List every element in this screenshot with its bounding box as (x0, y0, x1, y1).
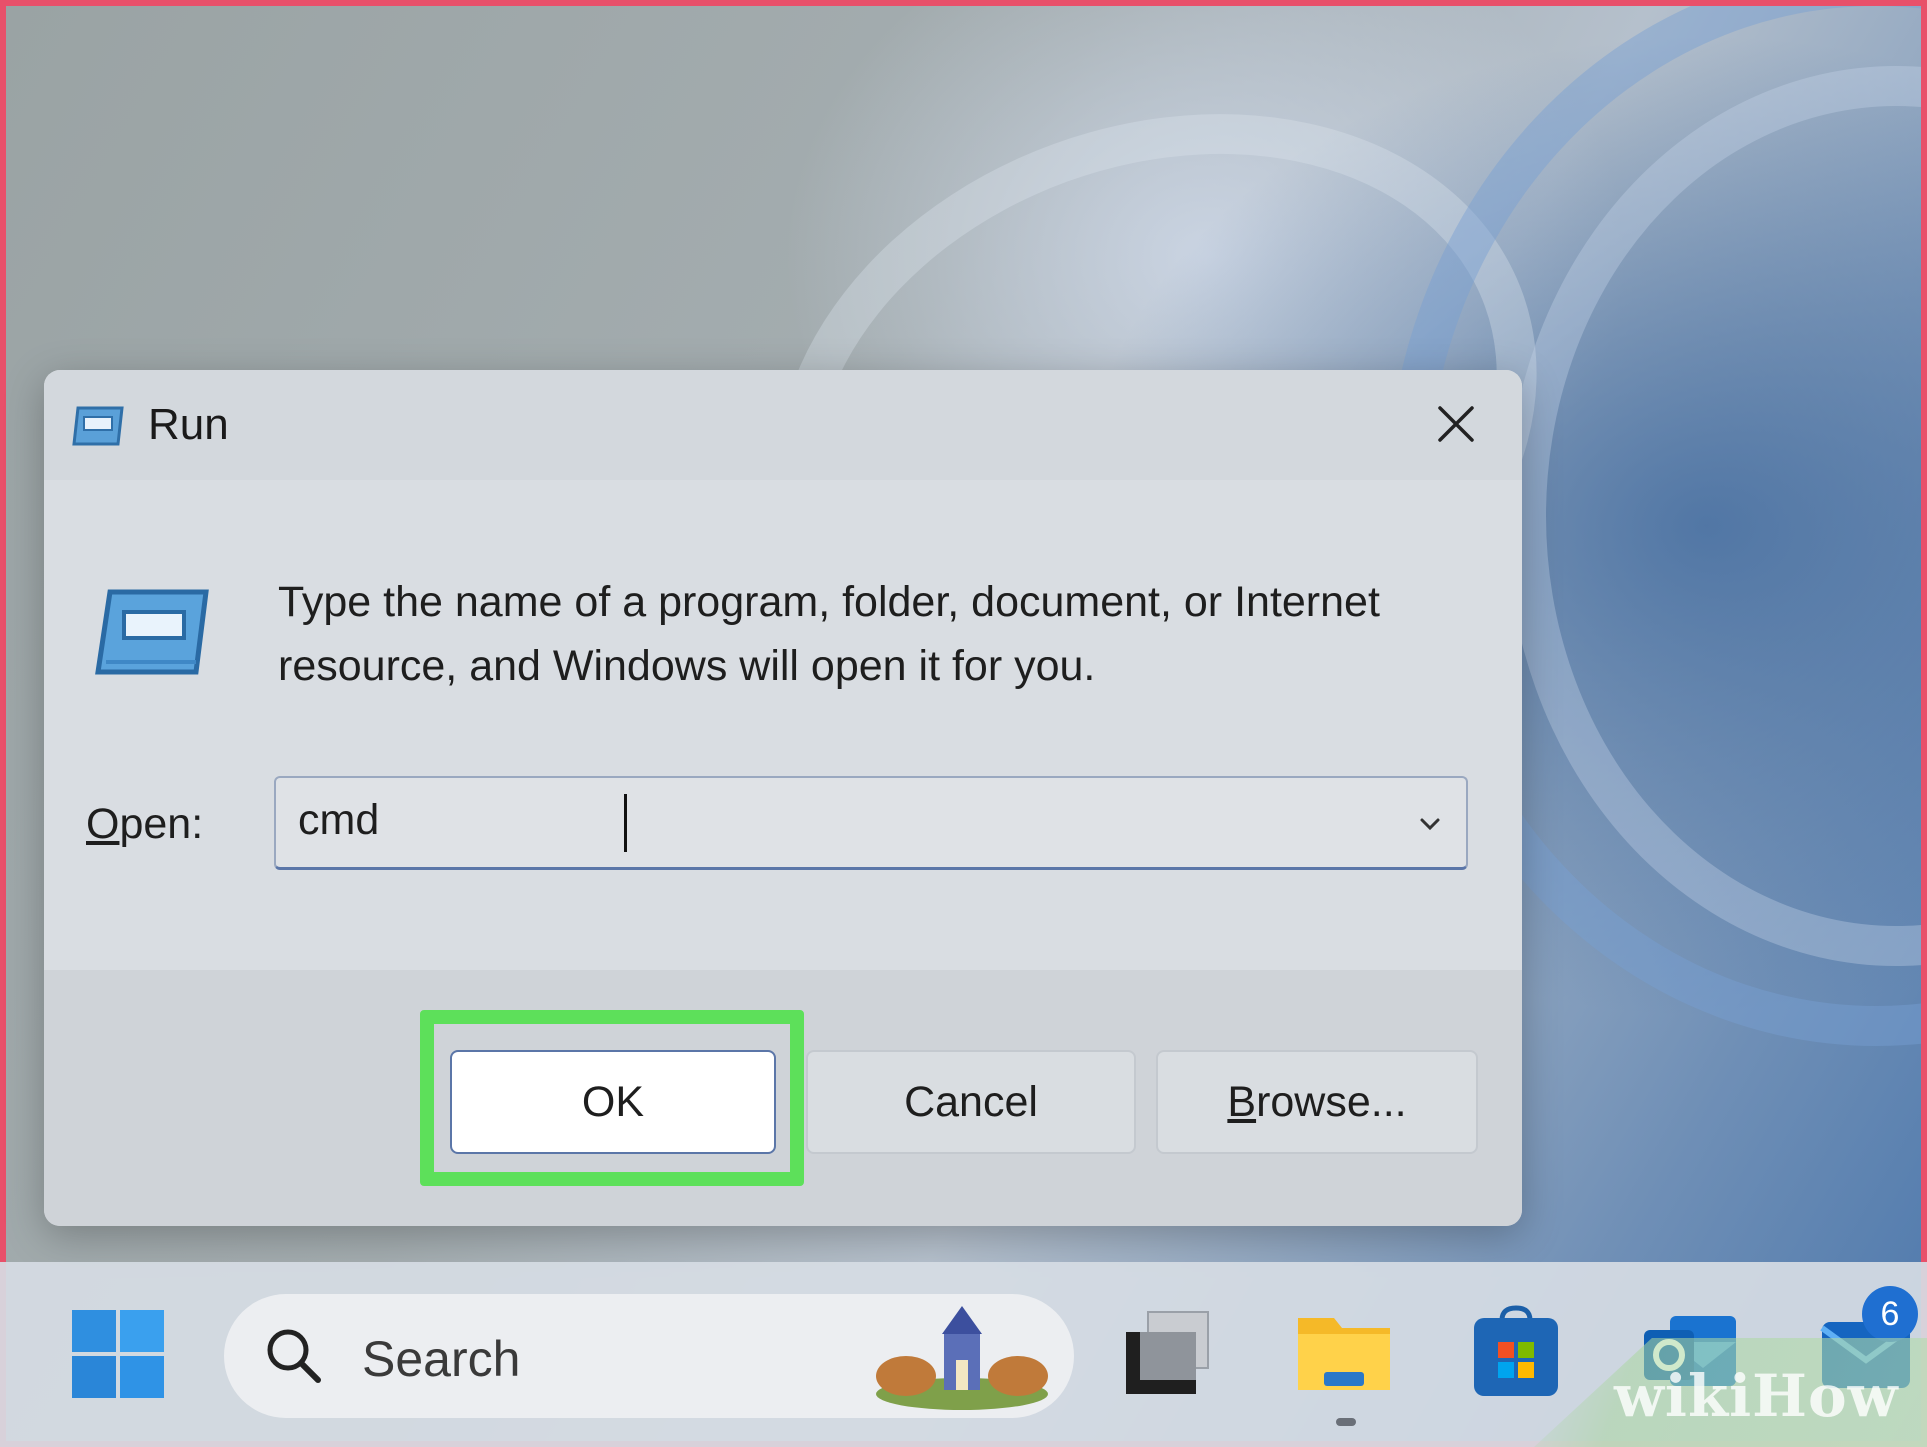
watermark-logo: wikiHow (1614, 1362, 1899, 1430)
run-app-icon (95, 589, 209, 675)
open-label-accesskey: O (86, 800, 120, 848)
running-indicator (1336, 1418, 1356, 1426)
browse-button[interactable]: Browse... (1156, 1050, 1478, 1154)
chevron-down-icon[interactable] (1412, 806, 1448, 842)
task-view-icon[interactable] (1118, 1302, 1218, 1402)
windows-start-icon[interactable] (70, 1308, 166, 1400)
dialog-title: Run (148, 400, 229, 449)
title-bar[interactable]: Run (44, 370, 1522, 480)
close-button[interactable] (1424, 392, 1488, 456)
text-cursor (624, 794, 627, 852)
open-combobox[interactable]: cmd (274, 776, 1468, 870)
taskbar-search[interactable]: Search (224, 1294, 1074, 1418)
open-label-text: pen: (119, 800, 204, 848)
browse-label: rowse... (1256, 1077, 1407, 1126)
browse-accesskey: B (1227, 1077, 1257, 1126)
search-icon (267, 1329, 321, 1383)
ok-button-highlight (420, 1010, 804, 1186)
search-highlight-art (876, 1306, 1048, 1410)
microsoft-store-icon[interactable] (1466, 1302, 1566, 1402)
cancel-button[interactable]: Cancel (806, 1050, 1136, 1154)
dialog-body: Type the name of a program, folder, docu… (44, 480, 1522, 970)
open-label: Open: (86, 800, 203, 849)
dialog-description: Type the name of a program, folder, docu… (278, 578, 1380, 690)
open-input[interactable]: cmd (298, 796, 379, 845)
search-placeholder: Search (362, 1331, 521, 1387)
file-explorer-icon[interactable] (1294, 1302, 1394, 1402)
run-app-icon (72, 406, 124, 446)
notification-badge: 6 (1862, 1286, 1918, 1342)
close-icon (1438, 406, 1474, 442)
